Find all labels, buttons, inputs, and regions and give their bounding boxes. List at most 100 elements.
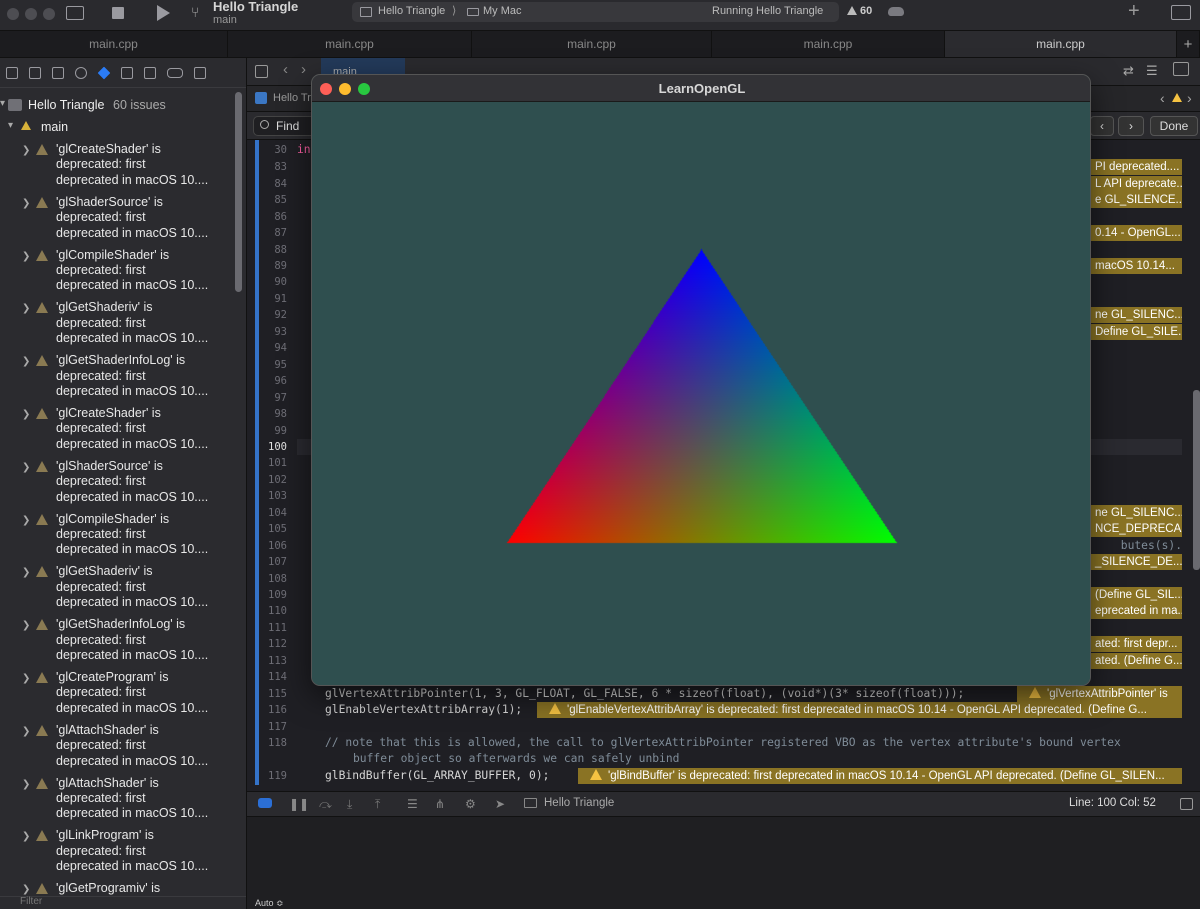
close-window-button[interactable] [7,8,19,20]
inline-warning[interactable]: (Define GL_SIL... [1089,587,1192,603]
chevron-right-icon[interactable]: ❯ [22,301,30,316]
issue-item[interactable]: ❯ 'glAttachShader' is deprecated: first dep… [0,776,246,829]
sidebar-toggle-icon[interactable] [66,6,84,20]
chevron-right-icon[interactable]: ❯ [22,196,30,211]
line-number[interactable]: 85 [247,194,287,206]
inline-warning[interactable]: _SILENCE_DE... [1089,554,1192,570]
memory-graph-icon[interactable]: ⋔ [435,797,445,811]
chevron-right-icon[interactable]: ❯ [22,671,30,686]
location-icon[interactable]: ➤ [495,797,505,811]
step-out-icon[interactable]: ⤒ [375,797,380,812]
code-line[interactable]: glEnableVertexAttribArray(1); 'glEnableVe… [297,702,1192,718]
line-number[interactable]: 93 [247,326,287,338]
line-number[interactable]: 96 [247,375,287,387]
issue-item[interactable]: ❯ 'glCompileShader' is deprecated: first de… [0,512,246,565]
chevron-right-icon[interactable]: ❯ [22,460,30,475]
project-row[interactable]: ▾ Hello Triangle 60 issues [0,98,246,120]
chevron-right-icon[interactable]: ❯ [22,777,30,792]
source-control-icon[interactable] [29,66,41,79]
issue-item[interactable]: ❯ 'glGetShaderiv' is deprecated: first depr… [0,300,246,353]
chevron-right-icon[interactable]: ❯ [22,513,30,528]
line-number[interactable]: 106 [247,540,287,552]
issue-item[interactable]: ❯ 'glShaderSource' is deprecated: first dep… [0,459,246,512]
breakpoint-icon[interactable] [167,67,183,78]
back-icon[interactable]: ‹ [283,61,288,78]
tab-main-cpp[interactable]: main.cpp [228,31,472,57]
issue-item[interactable]: ❯ 'glGetShaderiv' is deprecated: first depr… [0,564,246,617]
done-button[interactable]: Done [1150,116,1198,136]
line-number[interactable]: 89 [247,260,287,272]
line-number[interactable]: 107 [247,556,287,568]
chevron-right-icon[interactable]: ❯ [22,724,30,739]
line-number[interactable]: 113 [247,655,287,667]
line-number[interactable]: 99 [247,425,287,437]
opengl-window[interactable]: LearnOpenGL [311,74,1091,686]
chevron-right-icon[interactable]: ❯ [22,565,30,580]
warning-count[interactable]: 60 [860,5,872,17]
previous-issue-icon[interactable]: ‹ [1160,90,1165,106]
forward-icon[interactable]: › [301,61,306,78]
stop-button[interactable] [112,7,124,19]
destination-label[interactable]: My Mac [483,5,522,17]
environment-icon[interactable]: ⚙ [465,797,476,811]
inline-warning[interactable]: NCE_DEPRECA... [1089,521,1192,537]
issue-item[interactable]: ❯ 'glCreateProgram' is deprecated: first de… [0,670,246,723]
line-number[interactable]: 88 [247,244,287,256]
chevron-right-icon[interactable]: ❯ [22,829,30,844]
line-number[interactable]: 111 [247,622,287,634]
debug-icon[interactable] [144,66,156,79]
chevron-down-icon[interactable]: ▾ [0,98,5,109]
line-number[interactable]: 116 [247,704,287,716]
inline-warning[interactable]: 'glVertexAttribPointer' is [1017,686,1192,702]
console-toggle-icon[interactable] [1180,798,1193,810]
issue-item[interactable]: ❯ 'glGetShaderInfoLog' is deprecated: firs… [0,617,246,670]
inline-warning[interactable]: L API deprecate... [1089,176,1192,192]
adjust-editor-icon[interactable]: ⇄ [1123,63,1134,79]
line-number[interactable]: 108 [247,573,287,585]
inline-warning[interactable]: 0.14 - OpenGL... [1089,225,1192,241]
bookmark-icon[interactable] [52,66,64,79]
step-over-icon[interactable]: ⤼ [319,797,332,812]
next-issue-icon[interactable]: › [1187,90,1192,106]
line-number[interactable]: 91 [247,293,287,305]
zoom-window-button[interactable] [358,83,370,95]
line-number[interactable]: 119 [247,770,287,782]
step-into-icon[interactable]: ⤓ [347,797,352,812]
debug-target[interactable]: Hello Triangle [544,797,614,809]
code-line[interactable]: buffer object so afterwards we can safel… [297,751,1192,767]
test-icon[interactable] [121,66,133,79]
report-icon[interactable] [194,66,206,79]
run-button[interactable] [157,5,170,21]
folder-icon[interactable] [6,66,18,79]
inline-warning[interactable]: ated: first depr... [1089,636,1192,652]
line-number[interactable]: 94 [247,342,287,354]
add-tab-icon[interactable]: + [1177,31,1200,57]
line-number[interactable]: 112 [247,638,287,650]
breadcrumb-project[interactable]: Hello Tr [273,92,311,104]
tab-main-cpp-active[interactable]: main.cpp [945,31,1177,57]
chevron-right-icon[interactable]: ❯ [22,143,30,158]
line-number[interactable]: 100 [247,441,287,453]
line-number[interactable]: 90 [247,276,287,288]
pause-icon[interactable]: ❚❚ [289,797,309,811]
opengl-viewport[interactable] [312,102,1090,685]
inline-warning[interactable]: e GL_SILENCE... [1089,192,1192,208]
inline-warning[interactable]: 'glBindBuffer' is deprecated: first depr… [578,768,1192,784]
warning-icon[interactable] [1172,93,1182,102]
editor-options-icon[interactable]: ☰ [1146,63,1158,79]
add-icon[interactable]: + [1128,0,1140,23]
line-number[interactable]: 101 [247,457,287,469]
line-number[interactable]: 117 [247,721,287,733]
tab-main-cpp[interactable]: main.cpp [0,31,228,57]
line-number[interactable]: 102 [247,474,287,486]
tab-main-cpp[interactable]: main.cpp [712,31,945,57]
line-number[interactable]: 105 [247,523,287,535]
opengl-window-titlebar[interactable]: LearnOpenGL [312,75,1090,102]
inline-warning[interactable]: Define GL_SILE... [1089,324,1192,340]
inline-warning[interactable]: macOS 10.14... [1089,258,1192,274]
inline-warning[interactable]: eprecated in ma... [1089,603,1192,619]
line-number[interactable]: 115 [247,688,287,700]
find-next-button[interactable]: › [1118,116,1144,136]
navigator-scrollbar[interactable] [235,92,242,292]
line-number[interactable]: 84 [247,178,287,190]
